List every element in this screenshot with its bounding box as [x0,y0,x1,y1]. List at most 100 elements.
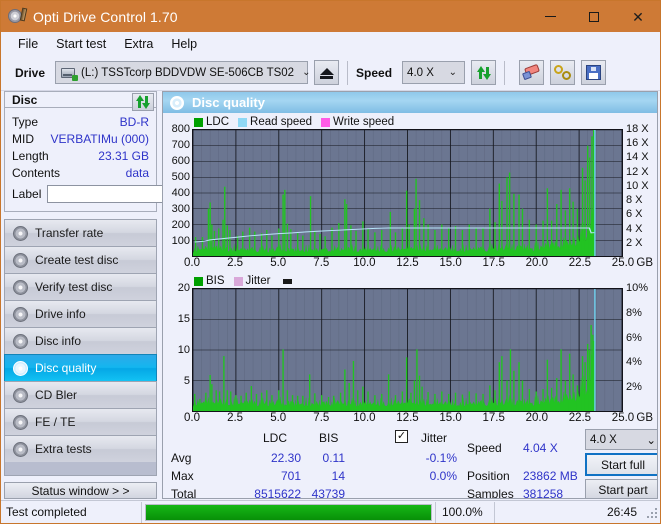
progress-bar [145,503,432,521]
disc-icon [13,333,28,349]
bis-chart-legend: BIS Jitter [165,274,655,288]
disc-icon [13,414,28,430]
close-button[interactable]: ✕ [616,1,660,32]
title-bar: Opti Drive Control 1.70 ✕ [1,1,660,32]
speed-select[interactable]: 4.0 X ⌄ [402,61,466,84]
x-tick: 5.0 [270,257,287,269]
window-controls: ✕ [528,1,660,32]
ldc-plot-area: 100 200 300 400 500 600 700 800 2 X4 X6 X8 X 10 … [165,123,655,257]
refresh-icon [476,65,492,81]
disc-mid-label: MID [12,131,34,146]
toolbar-divider-1 [347,60,349,85]
window-title: Opti Drive Control 1.70 [33,8,178,25]
x-tick: 10.0 [353,412,376,424]
y-tick: 100 [171,235,190,247]
chain-button[interactable] [550,60,576,85]
disc-type-value: BD-R [119,114,149,129]
x-tick: 7.5 [313,257,330,269]
legend-label-ldc: LDC [206,116,230,128]
refresh-button[interactable] [471,60,497,85]
status-bar: Test completed 100.0% 26:45 [1,500,660,523]
eject-button[interactable] [314,60,340,85]
disc-icon [13,279,28,295]
disc-row-length: Length 23.31 GB [12,147,149,164]
position-readout-value: 23862 MB [523,469,578,483]
drive-icon [60,66,79,81]
disc-info-panel: Type BD-R MID VERBATIMu (000) Length 23.… [4,107,250,212]
x-tick: 17.5 [482,257,505,269]
legend-swatch-bis [194,276,203,286]
speed-readout-value: 4.04 X [523,441,558,455]
stats-avg-jitter: -0.1% [425,451,457,465]
sidebar-item-label: Disc quality [35,361,97,375]
legend-label-jitter: Jitter [245,275,271,287]
x-tick: 20.0 [525,412,548,424]
content-area: Disc Type BD-R MID VERBATIMu (000) Lengt… [1,91,660,499]
y2-tick: 6% [626,331,642,344]
test-nav-list: Transfer rate Create test disc Verify te… [4,219,157,476]
toolbar-divider-2 [504,60,506,85]
disc-icon [13,387,28,403]
menu-item-help[interactable]: Help [162,35,206,53]
disc-icon [13,441,28,457]
y-tick: 600 [171,155,190,167]
stats-total-bis: 43739 [311,487,345,499]
x-tick: 25.0 [611,257,635,269]
position-readout-label: Position [467,469,510,483]
disc-row-mid: MID VERBATIMu (000) [12,130,149,147]
sidebar-item-transfer-rate[interactable]: Transfer rate [4,219,157,246]
stats-row-total-label: Total [171,487,197,499]
refresh-icon [135,94,151,110]
legend-label-read-speed: Read speed [250,116,313,128]
bis-plot-canvas[interactable] [192,288,623,412]
y2-tick: 2% [626,381,642,394]
sidebar-item-label: CD Bler [35,388,78,402]
start-part-button[interactable]: Start part [585,479,657,498]
y-tick: 20 [177,282,190,294]
sidebar-item-verify-test-disc[interactable]: Verify test disc [4,273,157,300]
disc-contents-value: data [125,165,149,180]
disc-icon [13,306,28,322]
sidebar-item-drive-info[interactable]: Drive info [4,300,157,327]
bis-x-axis-labels: 0.0 2.5 5.0 7.5 10.0 12.5 15.0 17.5 20.0 22.5 25.0… [165,412,655,427]
y2-tick: 10% [626,282,649,294]
y2-tick: 18 X [626,123,649,135]
disc-icon [13,360,28,376]
elapsed-time: 26:45 [606,505,637,519]
menu-item-file[interactable]: File [9,35,47,53]
status-window-button[interactable]: Status window > > [4,482,157,499]
resize-grip-icon[interactable] [645,506,657,518]
y-tick: 500 [171,171,190,183]
x-tick: 12.5 [396,257,419,269]
stats-row-avg-label: Avg [171,451,192,465]
menu-item-start-test[interactable]: Start test [47,35,115,53]
sidebar-item-disc-quality[interactable]: Disc quality [4,354,157,381]
sidebar-item-extra-tests[interactable]: Extra tests [4,435,157,462]
sidebar-item-cd-bler[interactable]: CD Bler [4,381,157,408]
jitter-checkbox[interactable]: ✓ [395,430,408,443]
test-speed-select[interactable]: 4.0 X ⌄ [585,429,657,450]
ldc-plot-canvas[interactable] [192,129,623,257]
minimize-button[interactable] [528,1,572,32]
disc-refresh-button[interactable] [132,93,154,111]
app-disc-pen-icon [8,7,28,25]
maximize-button[interactable] [572,1,616,32]
toolbar: Drive (L:) TSSTcorp BDDVDW SE-506CB TS02… [1,55,660,91]
ldc-y-axis-labels: 100 200 300 400 500 600 700 800 [165,123,192,257]
sidebar-item-create-test-disc[interactable]: Create test disc [4,246,157,273]
start-full-button[interactable]: Start full [585,453,657,476]
menu-item-extra[interactable]: Extra [115,35,162,53]
legend-swatch-write-speed [321,117,331,127]
sidebar-item-label: FE / TE [35,415,76,429]
x-tick: 0.0 [184,257,200,269]
statistics-grid: LDC BIS ✓ Jitter Avg 22.30 0.11 -0.1% Ma… [167,429,657,498]
close-icon: ✕ [632,8,644,25]
y2-tick: 4 X [626,222,643,235]
x-tick: 2.5 [227,412,244,424]
drive-select[interactable]: (L:) TSSTcorp BDDVDW SE-506CB TS02 ⌄ [55,61,310,84]
save-button[interactable] [581,60,607,85]
sidebar-item-disc-info[interactable]: Disc info [4,327,157,354]
x-tick: 10.0 [353,257,376,269]
sidebar-item-fe-te[interactable]: FE / TE [4,408,157,435]
erase-button[interactable] [519,60,545,85]
